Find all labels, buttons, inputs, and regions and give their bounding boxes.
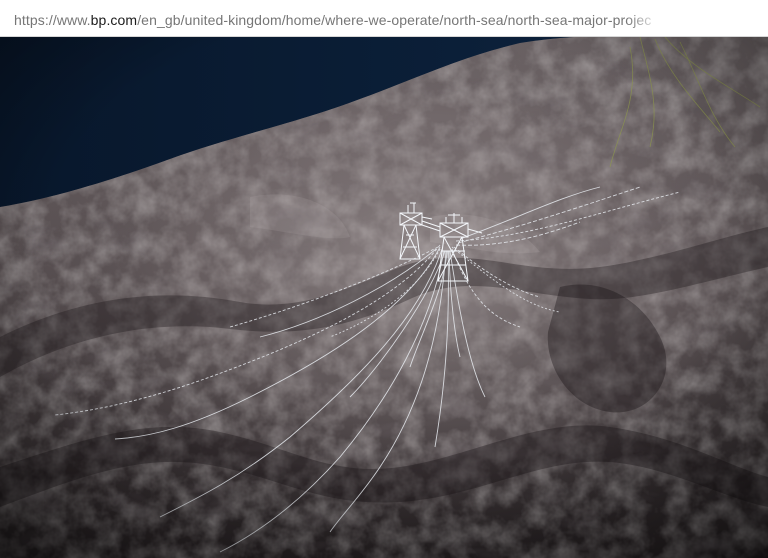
- url-host: bp.com: [90, 12, 138, 28]
- url-scheme: https://www.: [14, 12, 91, 28]
- url-field[interactable]: https://www.bp.com/en_gb/united-kingdom/…: [0, 8, 662, 32]
- url-path: /en_gb/united-kingdom/home/where-we-oper…: [137, 12, 652, 28]
- browser-address-bar: https://www.bp.com/en_gb/united-kingdom/…: [0, 0, 768, 37]
- hero-visual: [0, 37, 768, 558]
- vignette: [0, 37, 768, 558]
- seabed-illustration: [0, 37, 768, 558]
